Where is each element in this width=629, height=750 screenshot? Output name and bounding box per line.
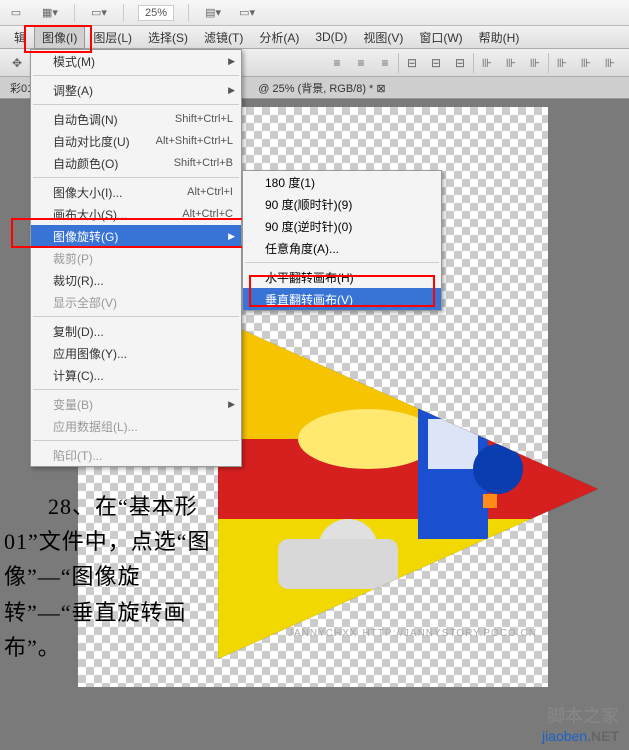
menu-analysis[interactable]: 分析(A): [251, 26, 307, 49]
doc-tab-2[interactable]: @ 25% (背景, RGB/8) * ⊠: [252, 78, 391, 98]
distribute-icon[interactable]: ⊪: [599, 53, 621, 73]
rotate-arbitrary[interactable]: 任意角度(A)...: [243, 237, 441, 259]
menu-auto-contrast[interactable]: 自动对比度(U)Alt+Shift+Ctrl+L: [31, 130, 241, 152]
menu-auto-color[interactable]: 自动颜色(O)Shift+Ctrl+B: [31, 152, 241, 174]
menu-apply-image[interactable]: 应用图像(Y)...: [31, 342, 241, 364]
menu-crop: 裁剪(P): [31, 247, 241, 269]
menu-canvas-size[interactable]: 画布大小(S)...Alt+Ctrl+C: [31, 203, 241, 225]
rotate-90-ccw[interactable]: 90 度(逆时针)(0): [243, 215, 441, 237]
menu-variables: 变量(B)▶: [31, 393, 241, 415]
flip-vertical[interactable]: 垂直翻转画布(V): [243, 288, 441, 310]
menu-auto-tone[interactable]: 自动色调(N)Shift+Ctrl+L: [31, 108, 241, 130]
menu-apply-dataset: 应用数据组(L)...: [31, 415, 241, 437]
menu-trap: 陷印(T)...: [31, 444, 241, 466]
watermark-name: JANNYCHXX: [288, 628, 358, 639]
menu-mode[interactable]: 模式(M)▶: [31, 50, 241, 72]
menu-image-size[interactable]: 图像大小(I)...Alt+Ctrl+I: [31, 181, 241, 203]
rotation-submenu: 180 度(1) 90 度(顺时针)(9) 90 度(逆时针)(0) 任意角度(…: [242, 170, 442, 311]
menu-3d[interactable]: 3D(D): [307, 27, 355, 47]
rotate-180[interactable]: 180 度(1): [243, 171, 441, 193]
rotate-90-cw[interactable]: 90 度(顺时针)(9): [243, 193, 441, 215]
move-tool-icon[interactable]: ✥: [6, 53, 28, 73]
distribute-icon[interactable]: ⊪: [500, 53, 522, 73]
menu-calculations[interactable]: 计算(C)...: [31, 364, 241, 386]
view-icon[interactable]: ▭▾: [89, 4, 109, 22]
align-icon[interactable]: ≡: [374, 53, 396, 73]
menu-duplicate[interactable]: 复制(D)...: [31, 320, 241, 342]
menu-trim[interactable]: 裁切(R)...: [31, 269, 241, 291]
arrange-icon[interactable]: ▤▾: [203, 4, 223, 22]
align-icon[interactable]: ⊟: [449, 53, 471, 73]
image-menu-dropdown: 模式(M)▶ 调整(A)▶ 自动色调(N)Shift+Ctrl+L 自动对比度(…: [30, 49, 242, 467]
zoom-level[interactable]: 25%: [138, 5, 174, 21]
menu-image-rotation[interactable]: 图像旋转(G)▶: [31, 225, 241, 247]
doc-icon[interactable]: ▭: [6, 4, 26, 22]
bridge-icon[interactable]: ▦▾: [40, 4, 60, 22]
screen-icon[interactable]: ▭▾: [237, 4, 257, 22]
image-watermark: JANNYCHXX HTTP://JANNYSTORY.POCO.CN: [288, 623, 537, 639]
image-content: [218, 319, 598, 659]
top-toolbar: ▭ ▦▾ ▭▾ 25% ▤▾ ▭▾: [0, 0, 629, 26]
distribute-icon[interactable]: ⊪: [575, 53, 597, 73]
menu-image[interactable]: 图像(I): [34, 26, 85, 49]
align-icon[interactable]: ≡: [350, 53, 372, 73]
menu-filter[interactable]: 滤镜(T): [196, 26, 251, 49]
site-name-cn: 脚本之家: [542, 702, 619, 728]
distribute-icon[interactable]: ⊪: [524, 53, 546, 73]
menu-select[interactable]: 选择(S): [140, 26, 196, 49]
align-icon[interactable]: ⊟: [425, 53, 447, 73]
menu-edit-trunc[interactable]: 辑: [6, 26, 34, 49]
menu-view[interactable]: 视图(V): [355, 26, 411, 49]
menu-bar: 辑 图像(I) 图层(L) 选择(S) 滤镜(T) 分析(A) 3D(D) 视图…: [0, 26, 629, 49]
flip-horizontal[interactable]: 水平翻转画布(H): [243, 266, 441, 288]
site-watermark: 脚本之家 jiaoben.NET: [542, 702, 619, 744]
distribute-icon[interactable]: ⊪: [551, 53, 573, 73]
menu-window[interactable]: 窗口(W): [411, 26, 470, 49]
watermark-url: HTTP://JANNYSTORY.POCO.CN: [362, 628, 536, 639]
menu-layer[interactable]: 图层(L): [85, 26, 140, 49]
menu-adjustments[interactable]: 调整(A)▶: [31, 79, 241, 101]
distribute-icon[interactable]: ⊪: [476, 53, 498, 73]
align-icon[interactable]: ⊟: [401, 53, 423, 73]
align-icon[interactable]: ≡: [326, 53, 348, 73]
menu-help[interactable]: 帮助(H): [471, 26, 528, 49]
menu-reveal-all: 显示全部(V): [31, 291, 241, 313]
tutorial-annotation: 28、在“基本形01”文件中，点选“图像”—“图像旋转”—“垂直旋转画布”。: [4, 489, 214, 665]
